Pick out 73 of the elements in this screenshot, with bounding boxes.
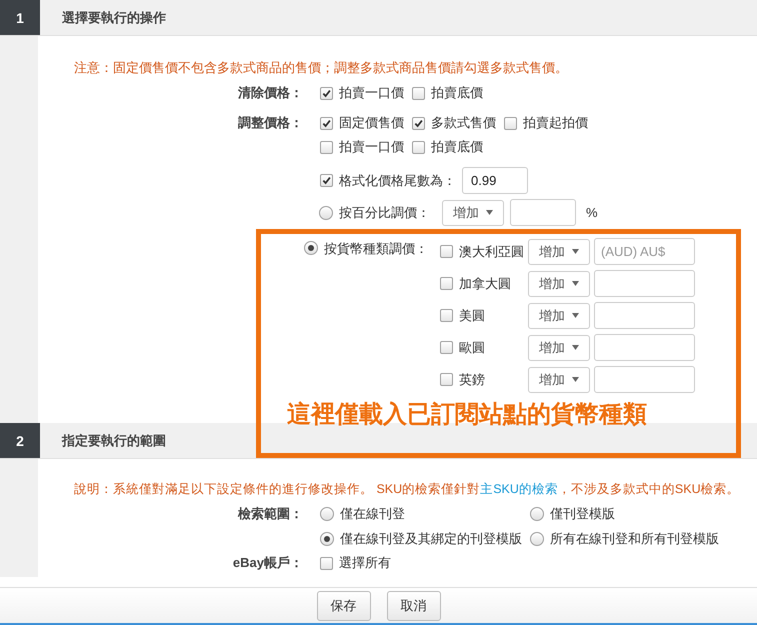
checkbox[interactable]	[320, 140, 333, 154]
checkbox[interactable]	[412, 140, 425, 154]
section-title: 選擇要執行的操作	[62, 10, 166, 26]
footer-button[interactable]: 取消	[386, 590, 440, 620]
checkbox[interactable]	[440, 309, 453, 322]
checkbox[interactable]	[504, 116, 517, 130]
checkbox[interactable]	[412, 116, 425, 130]
currency-label: 加拿大圓	[459, 276, 511, 292]
radio-button[interactable]	[320, 507, 334, 521]
checkbox-label: 拍賣一口價	[339, 85, 404, 101]
field-label: 清除價格：	[237, 85, 304, 101]
radio-button[interactable]	[319, 206, 333, 220]
checkbox[interactable]	[320, 116, 333, 130]
checkbox[interactable]	[440, 373, 453, 386]
input-field[interactable]: (AUD) AU$	[594, 238, 695, 265]
dropdown[interactable]: 增加	[442, 200, 504, 226]
radio-button[interactable]	[530, 532, 544, 546]
annotation-text: 這裡僅載入已訂閱站點的貨幣種類	[287, 400, 647, 430]
dropdown[interactable]: 增加	[528, 302, 590, 328]
caret-icon	[572, 377, 579, 382]
checkbox-label: 拍賣底價	[431, 85, 483, 101]
checkbox-label: 固定價售價	[339, 115, 404, 131]
radio-button[interactable]	[530, 507, 544, 521]
checkbox-label: 拍賣起拍價	[523, 115, 588, 131]
currency-label: 英鎊	[459, 372, 485, 388]
checkbox[interactable]	[440, 245, 453, 258]
caret-icon	[572, 249, 579, 254]
radio-label: 按百分比調價：	[339, 204, 430, 220]
field-label: 檢索範圍：	[236, 506, 304, 522]
checkbox-label: 選擇所有	[339, 555, 391, 571]
checkbox[interactable]	[440, 341, 453, 354]
input-field[interactable]	[594, 302, 695, 329]
dropdown[interactable]: 增加	[528, 270, 590, 296]
checkbox[interactable]	[320, 556, 333, 570]
currency-label: 澳大利亞圓	[459, 244, 524, 260]
input-field[interactable]	[510, 199, 576, 226]
notice-text: 注意：固定價售價不包含多款式商品的售價；調整多款式商品售價請勾選多款式售價。	[73, 60, 569, 76]
field-label: 調整價格：	[237, 115, 304, 131]
dropdown[interactable]: 增加	[528, 334, 590, 360]
footer-button[interactable]: 保存	[316, 590, 370, 620]
radio-label: 按貨幣種類調價：	[324, 241, 428, 257]
note-text: 說明：系統僅對滿足以下設定條件的進行修改操作。 SKU的檢索僅針對主SKU的檢索，不涉及多款式中的SKU檢索。	[73, 481, 741, 497]
checkbox-label: 格式化價格尾數為：	[339, 172, 456, 188]
checkbox[interactable]	[440, 277, 453, 290]
caret-icon	[572, 281, 579, 286]
input-field[interactable]: 0.99	[462, 167, 528, 194]
unit-label: %	[586, 204, 598, 220]
checkbox-label: 多款式售價	[431, 115, 496, 131]
radio-label: 僅刊登模版	[550, 506, 615, 522]
input-field[interactable]	[594, 270, 695, 297]
radio-button[interactable]	[320, 532, 334, 546]
input-field[interactable]	[594, 334, 695, 361]
caret-icon	[572, 313, 579, 318]
radio-label: 所有在線刊登和所有刊登模版	[550, 531, 719, 547]
checkbox[interactable]	[412, 86, 425, 100]
caret-icon	[486, 210, 493, 215]
input-field[interactable]	[594, 366, 695, 393]
caret-icon	[572, 345, 579, 350]
field-label: eBay帳戶：	[232, 555, 304, 571]
step-number: 1	[0, 0, 40, 35]
checkbox-label: 拍賣底價	[431, 139, 483, 155]
radio-label: 僅在線刊登及其綁定的刊登模版	[340, 531, 522, 547]
dropdown[interactable]: 增加	[528, 238, 590, 264]
currency-label: 美圓	[459, 308, 485, 324]
radio-label: 僅在線刊登	[340, 506, 405, 522]
currency-label: 歐圓	[459, 340, 485, 356]
checkbox[interactable]	[320, 86, 333, 100]
section-title: 指定要執行的範圍	[62, 432, 166, 448]
dropdown[interactable]: 增加	[528, 366, 590, 392]
radio-button[interactable]	[304, 241, 318, 255]
checkbox-label: 拍賣一口價	[339, 139, 404, 155]
checkbox[interactable]	[320, 174, 333, 187]
step-number: 2	[0, 423, 40, 458]
